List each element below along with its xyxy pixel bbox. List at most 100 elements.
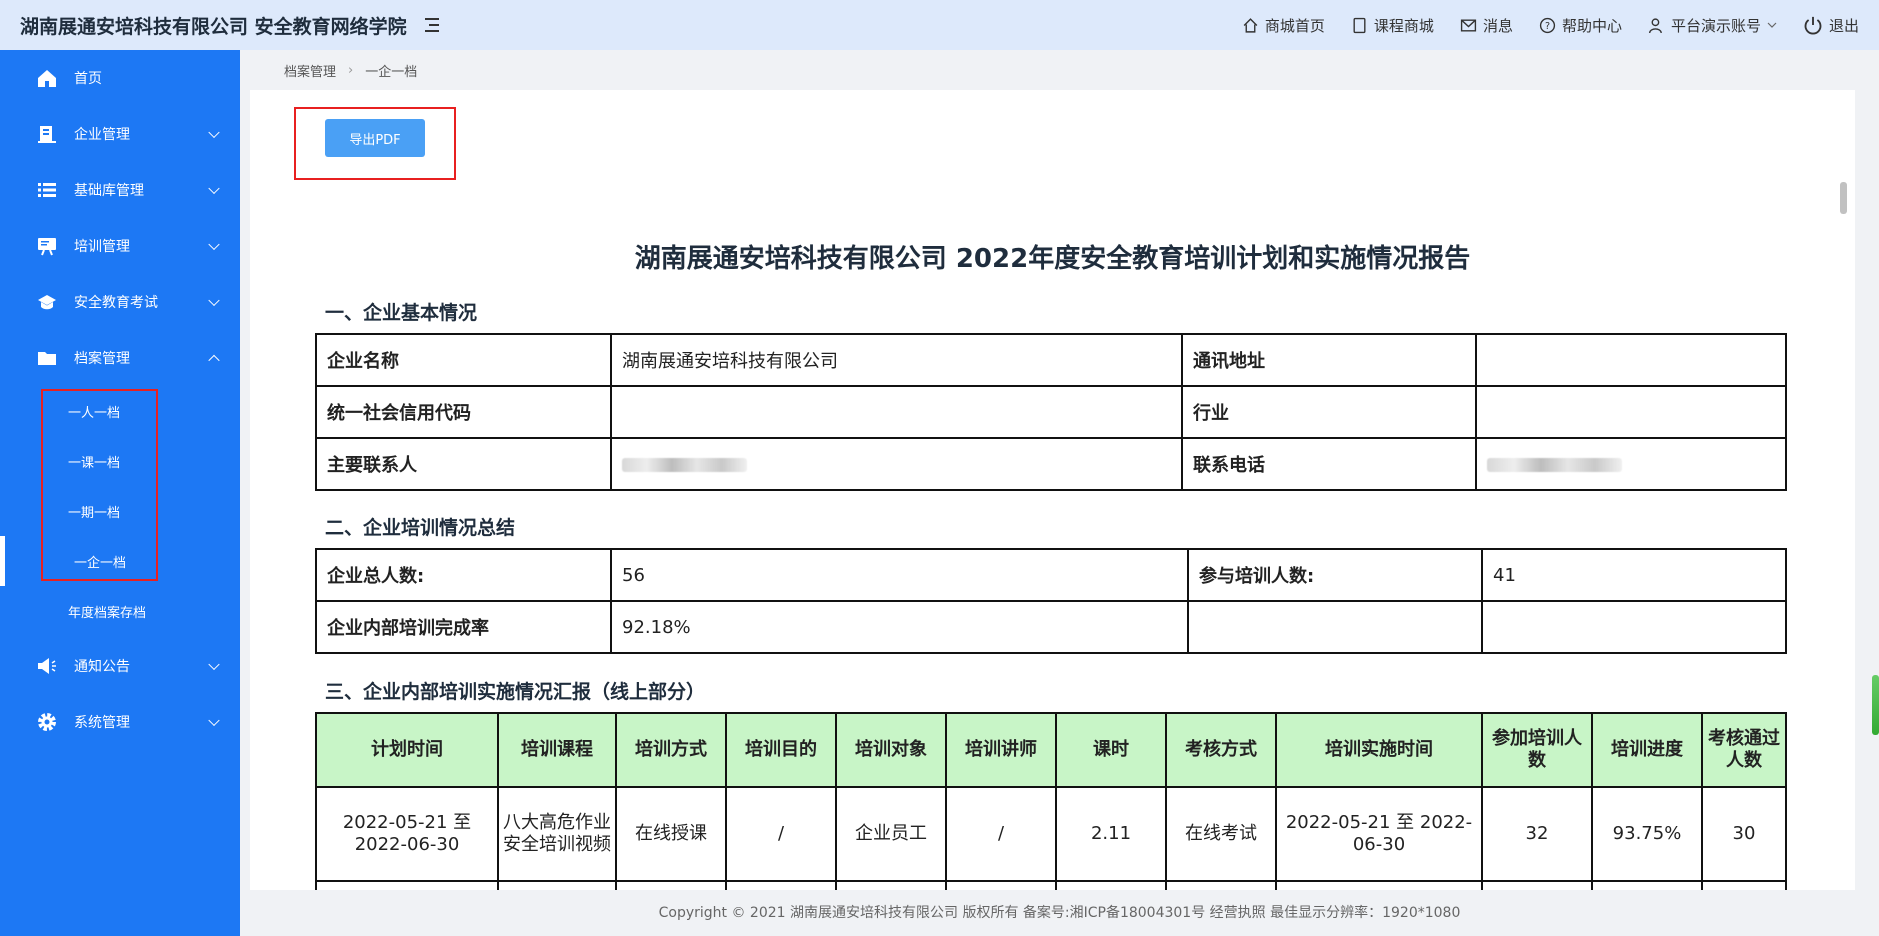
top-nav: 商城首页 课程商城 消息 ? 帮助中心 平台演示账号 退出	[1242, 0, 1859, 50]
nav-messages[interactable]: 消息	[1460, 15, 1513, 36]
chevron-down-icon	[208, 238, 220, 251]
menu-toggle-icon[interactable]	[423, 15, 443, 35]
nav-account[interactable]: 平台演示账号	[1648, 15, 1777, 36]
nav-help[interactable]: ? 帮助中心	[1539, 15, 1622, 36]
table-cell: 30	[1701, 786, 1787, 882]
sidebar-item-home[interactable]: 首页	[0, 50, 240, 106]
sidebar-sub-label: 一人一档	[68, 405, 121, 421]
table-cell: 企业员工	[835, 786, 947, 882]
redacted-phone	[1487, 457, 1622, 472]
nav-logout-label: 退出	[1828, 16, 1859, 35]
chevron-down-icon	[208, 294, 220, 307]
table-cell: 2.11	[1055, 786, 1167, 882]
value-contact	[610, 437, 1183, 491]
sidebar-sub-period-archive[interactable]: 一期一档	[0, 486, 240, 536]
help-icon: ?	[1539, 17, 1556, 33]
value-phone	[1475, 437, 1787, 491]
sidebar-item-basic-library[interactable]: 基础库管理	[0, 162, 240, 218]
sidebar-sub-annual-archive[interactable]: 年度档案存档	[0, 586, 240, 636]
header-cell: 考核方式	[1165, 712, 1277, 788]
sidebar-item-archive[interactable]: 档案管理	[0, 330, 240, 386]
nav-help-label: 帮助中心	[1561, 16, 1622, 35]
list-icon	[38, 183, 56, 197]
sidebar-item-notice[interactable]: 通知公告	[0, 638, 240, 694]
top-header: 湖南展通安培科技有限公司 安全教育网络学院 商城首页 课程商城 消息 ? 帮助中…	[0, 0, 1879, 50]
nav-mall-home[interactable]: 商城首页	[1242, 15, 1325, 36]
user-icon	[1648, 17, 1662, 33]
sidebar-item-exam[interactable]: 安全教育考试	[0, 274, 240, 330]
table-cell: 在线授课	[615, 786, 727, 882]
header-cell: 培训方式	[615, 712, 727, 788]
home-icon	[38, 70, 56, 87]
table-cell: /	[945, 786, 1057, 882]
mail-icon	[1460, 18, 1477, 32]
chevron-up-icon	[208, 354, 220, 367]
table-row: 2022-05-21 至 2022-06-30 八大高危作业安全培训视频 在线授…	[315, 786, 1787, 882]
breadcrumb-item-archive[interactable]: 档案管理	[284, 61, 336, 80]
breadcrumb-item-current: 一企一档	[365, 64, 418, 80]
section-training-summary: 二、企业培训情况总结	[325, 517, 516, 539]
label-industry: 行业	[1181, 385, 1477, 439]
breadcrumb-separator-icon: ›	[348, 62, 354, 78]
table-cell: 32	[1481, 786, 1593, 882]
label-credit-code: 统一社会信用代码	[315, 385, 612, 439]
folder-icon	[38, 352, 56, 365]
power-icon	[1804, 16, 1822, 35]
value-credit-code	[610, 385, 1183, 439]
side-drag-handle[interactable]	[1872, 675, 1879, 735]
sidebar-item-label: 企业管理	[74, 127, 130, 143]
label-trained-staff: 参与培训人数:	[1187, 548, 1483, 602]
header-cell: 课时	[1055, 712, 1167, 788]
value-address	[1475, 333, 1787, 387]
chevron-down-icon	[208, 658, 220, 671]
table-cell: 93.75%	[1591, 786, 1703, 882]
sidebar-item-training[interactable]: 培训管理	[0, 218, 240, 274]
value-trained-staff: 41	[1481, 548, 1787, 602]
footer-copyright: Copyright © 2021 湖南展通安培科技有限公司 版权所有 备案号:湘…	[240, 890, 1879, 936]
nav-account-label: 平台演示账号	[1670, 16, 1761, 35]
value-industry	[1475, 385, 1787, 439]
table-cell: 在线考试	[1165, 786, 1277, 882]
export-pdf-button[interactable]: 导出PDF	[325, 119, 425, 157]
svg-text:?: ?	[1545, 21, 1550, 32]
sidebar-item-label: 系统管理	[74, 715, 130, 731]
section-online-training: 三、企业内部培训实施情况汇报（线上部分）	[325, 681, 706, 703]
sidebar: 首页 企业管理 基础库管理 培训管理 安全教育考试 档案管理 一人一档 一课一档…	[0, 50, 240, 936]
sidebar-item-label: 通知公告	[74, 659, 130, 675]
section-basic-info: 一、企业基本情况	[325, 302, 478, 324]
header-cell: 培训讲师	[945, 712, 1057, 788]
nav-course-mall-label: 课程商城	[1373, 16, 1434, 35]
label-company-name: 企业名称	[315, 333, 612, 387]
header-cell: 考核通过人数	[1701, 712, 1787, 788]
sidebar-item-enterprise[interactable]: 企业管理	[0, 106, 240, 162]
value-completion-rate: 92.18%	[610, 600, 1189, 654]
building-icon	[38, 126, 56, 143]
megaphone-icon	[38, 658, 56, 674]
basic-info-table: 企业名称 湖南展通安培科技有限公司 通讯地址 统一社会信用代码 行业 主要联系人…	[315, 333, 1787, 491]
header-cell: 培训实施时间	[1275, 712, 1483, 788]
empty-cell	[1187, 600, 1483, 654]
label-total-staff: 企业总人数:	[315, 548, 612, 602]
presentation-icon	[38, 238, 56, 256]
vertical-scrollbar[interactable]	[1840, 182, 1847, 214]
sidebar-item-label: 安全教育考试	[74, 295, 158, 311]
sidebar-sub-enterprise-archive[interactable]: 一企一档	[0, 536, 240, 586]
chevron-down-icon	[208, 182, 220, 195]
site-title: 湖南展通安培科技有限公司 安全教育网络学院	[20, 15, 407, 38]
nav-logout[interactable]: 退出	[1803, 15, 1859, 36]
report-title: 湖南展通安培科技有限公司 2022年度安全教育培训计划和实施情况报告	[634, 244, 1471, 274]
nav-course-mall[interactable]: 课程商城	[1351, 15, 1434, 36]
chevron-down-icon	[1767, 22, 1777, 28]
online-training-table: 计划时间 培训课程 培训方式 培训目的 培训对象 培训讲师 课时 考核方式 培训…	[315, 712, 1787, 890]
sidebar-sub-person-archive[interactable]: 一人一档	[0, 386, 240, 436]
table-cell: 2022-05-21 至 2022-06-30	[315, 786, 499, 882]
sidebar-sub-course-archive[interactable]: 一课一档	[0, 436, 240, 486]
breadcrumb: 档案管理 › 一企一档	[240, 50, 1879, 90]
chevron-down-icon	[208, 714, 220, 727]
nav-mall-home-label: 商城首页	[1264, 16, 1325, 35]
gear-icon	[38, 713, 56, 731]
sidebar-item-label: 首页	[74, 71, 102, 87]
home-icon	[1243, 17, 1258, 33]
header-cell: 计划时间	[315, 712, 499, 788]
sidebar-item-system[interactable]: 系统管理	[0, 694, 240, 750]
